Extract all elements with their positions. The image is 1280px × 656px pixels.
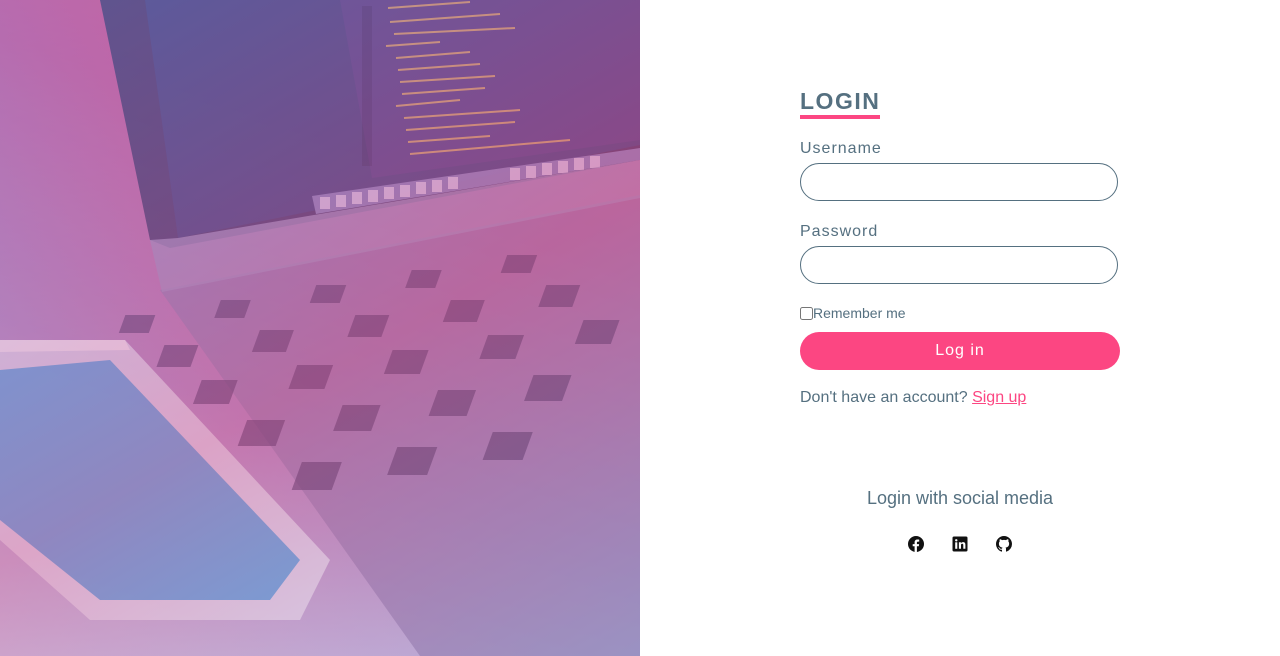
remember-me-label[interactable]: Remember me — [813, 305, 906, 321]
login-button[interactable]: Log in — [800, 332, 1120, 370]
signup-link[interactable]: Sign up — [972, 389, 1026, 406]
login-form: LOGIN Username Password Remember me Log … — [640, 0, 1280, 656]
login-page: LOGIN Username Password Remember me Log … — [0, 0, 1280, 656]
page-title: LOGIN — [800, 88, 881, 119]
social-login-buttons — [640, 536, 1280, 552]
username-input[interactable] — [800, 163, 1118, 201]
linkedin-icon[interactable] — [952, 536, 968, 552]
remember-me-checkbox[interactable] — [800, 306, 813, 320]
username-label: Username — [800, 140, 882, 157]
facebook-icon[interactable] — [908, 536, 924, 552]
no-account-text: Don't have an account? — [800, 389, 973, 406]
remember-me-row: Remember me — [800, 305, 906, 321]
password-input[interactable] — [800, 246, 1118, 284]
github-icon[interactable] — [996, 536, 1012, 552]
social-login-title: Login with social media — [866, 488, 1054, 508]
laptop-illustration — [0, 0, 640, 656]
password-label: Password — [800, 223, 879, 240]
hero-image — [0, 0, 640, 656]
signup-prompt: Don't have an account? Sign up — [800, 389, 1026, 407]
